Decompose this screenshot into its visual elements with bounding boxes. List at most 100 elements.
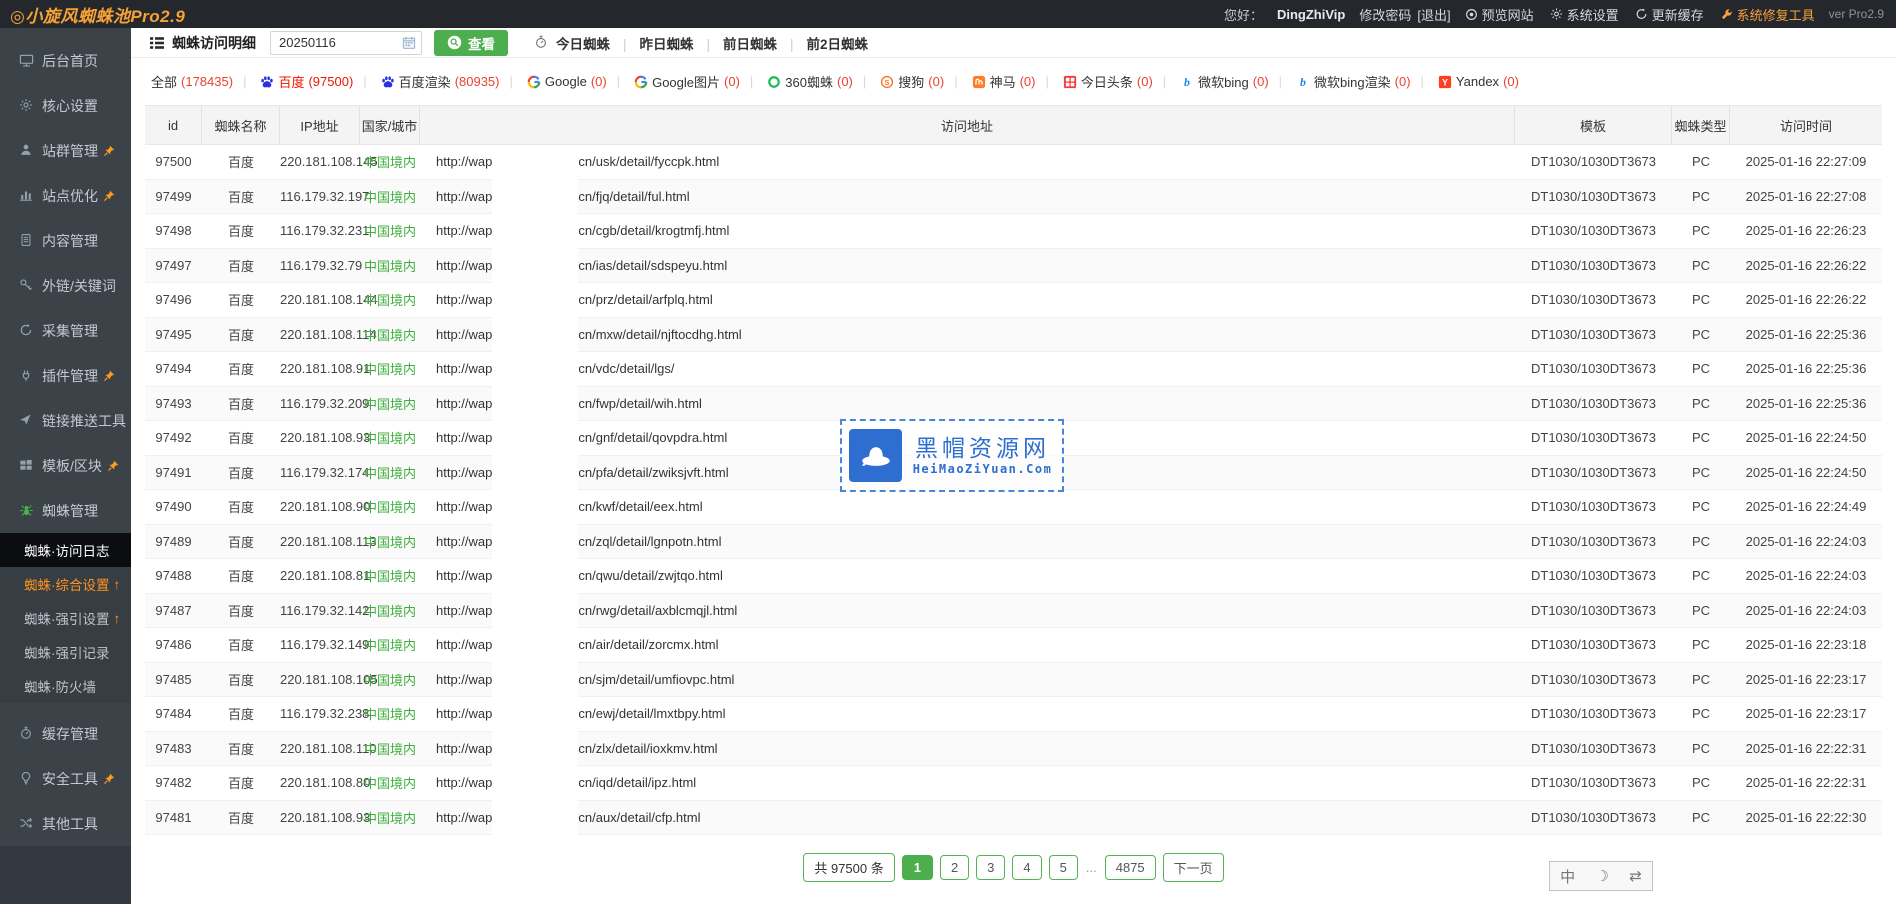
toolbar-tab-2[interactable]: 前日蜘蛛 — [694, 33, 778, 53]
sidebar-item-site-group[interactable]: 站群管理 — [0, 128, 131, 173]
sidebar-subitem-general-settings[interactable]: 蜘蛛·综合设置↑ — [0, 567, 131, 601]
pin-icon — [103, 190, 115, 202]
magnifier-icon — [447, 35, 462, 50]
visit-time: 2025-01-16 22:24:03 — [1730, 568, 1882, 583]
column-header-1: 蜘蛛名称 — [202, 106, 280, 144]
filter-count: (80935) — [455, 74, 500, 89]
filter-bing[interactable]: b微软bing(0) — [1153, 72, 1269, 91]
sidebar-item-links-keywords[interactable]: 外链/关键词 — [0, 263, 131, 308]
row-id: 97495 — [145, 327, 202, 342]
sidebar-item-site-seo[interactable]: 站点优化 — [0, 173, 131, 218]
logout-link[interactable]: [退出] — [1417, 5, 1450, 24]
template-name: DT1030/1030DT3673 — [1515, 672, 1672, 687]
region-label: 中国境内 — [360, 394, 420, 413]
filter-sogou[interactable]: S搜狗(0) — [853, 72, 944, 91]
spider-day-tabs: 今日蜘蛛昨日蜘蛛前日蜘蛛前2日蜘蛛 — [556, 33, 868, 53]
filter-google[interactable]: Google(0) — [500, 74, 607, 89]
ip-address: 220.181.108.114 — [280, 327, 360, 342]
page-button-2[interactable]: 2 — [940, 855, 969, 880]
page-button-1[interactable]: 1 — [902, 855, 933, 880]
row-id: 97492 — [145, 430, 202, 445]
page-button-4875[interactable]: 4875 — [1105, 855, 1156, 880]
sidebar-subitem-firewall[interactable]: 蜘蛛·防火墙 — [0, 669, 131, 703]
spider-type: PC — [1672, 568, 1730, 583]
ip-address: 116.179.32.197 — [280, 189, 360, 204]
gear-icon — [1550, 8, 1563, 21]
url-censor-mask — [492, 766, 578, 802]
template-name: DT1030/1030DT3673 — [1515, 189, 1672, 204]
sidebar-item-link-push-tool[interactable]: 链接推送工具 — [0, 398, 131, 443]
watermark: 黑帽资源网 HeiMaoZiYuan.Com — [840, 419, 1064, 492]
sidebar-subitem-force-records[interactable]: 蜘蛛·强引记录 — [0, 635, 131, 669]
filter-shenma[interactable]: 神马(0) — [944, 72, 1035, 91]
url-prefix: http://wap — [436, 154, 492, 169]
visit-time: 2025-01-16 22:27:09 — [1730, 154, 1882, 169]
baidu-icon — [381, 75, 395, 89]
ime-mode-indicator[interactable]: 中 — [1560, 866, 1575, 887]
table-row: 97482百度220.181.108.80中国境内http://wapcn/iq… — [145, 766, 1882, 801]
ip-address: 220.181.108.80 — [280, 775, 360, 790]
url-tail: cn/ewj/detail/lmxtbpy.html — [578, 706, 725, 721]
template-name: DT1030/1030DT3673 — [1515, 810, 1672, 825]
sidebar-item-security-tools[interactable]: 安全工具 — [0, 756, 131, 801]
page-button-3[interactable]: 3 — [976, 855, 1005, 880]
change-password-link[interactable]: 修改密码 — [1359, 5, 1411, 24]
filter-google-image[interactable]: Google图片(0) — [607, 72, 740, 91]
next-page-button[interactable]: 下一页 — [1163, 853, 1224, 882]
sidebar-subitem-visit-log[interactable]: 蜘蛛·访问日志 — [0, 533, 131, 567]
table-row: 97488百度220.181.108.81中国境内http://wapcn/qw… — [145, 559, 1882, 594]
template-name: DT1030/1030DT3673 — [1515, 154, 1672, 169]
filter-baidu[interactable]: 百度(97500) — [233, 72, 353, 91]
toolbar-tab-1[interactable]: 昨日蜘蛛 — [610, 33, 694, 53]
system-repair-tool-link[interactable]: 系统修复工具 — [1720, 5, 1815, 24]
filter-count: (0) — [1395, 74, 1411, 89]
filter-all[interactable]: 全部(178435) — [151, 72, 233, 91]
view-button[interactable]: 查看 — [434, 30, 508, 56]
url-prefix: http://wap — [436, 603, 492, 618]
spider-name: 百度 — [202, 601, 280, 620]
system-settings-link[interactable]: 系统设置 — [1550, 5, 1619, 24]
visit-url: http://wapcn/zql/detail/lgnpotn.html — [420, 534, 1515, 549]
spider-type: PC — [1672, 189, 1730, 204]
filter-label: 微软bing — [1198, 72, 1249, 91]
filter-yandex[interactable]: YYandex(0) — [1411, 74, 1519, 89]
update-cache-link[interactable]: 更新缓存 — [1635, 5, 1704, 24]
filter-so360[interactable]: 360蜘蛛(0) — [740, 72, 853, 91]
filter-bing-render[interactable]: b微软bing渲染(0) — [1269, 72, 1411, 91]
filter-baidu-render[interactable]: 百度渲染(80935) — [353, 72, 499, 91]
sidebar-item-core-settings[interactable]: 核心设置 — [0, 83, 131, 128]
sidebar-item-other-tools[interactable]: 其他工具 — [0, 801, 131, 846]
username[interactable]: DingZhiVip — [1277, 7, 1345, 22]
table-row: 97490百度220.181.108.90中国境内http://wapcn/kw… — [145, 490, 1882, 525]
date-input[interactable] — [270, 31, 422, 55]
sidebar-subitem-force-settings[interactable]: 蜘蛛·强引设置↑ — [0, 601, 131, 635]
url-prefix: http://wap — [436, 810, 492, 825]
sidebar-item-content[interactable]: 内容管理 — [0, 218, 131, 263]
ime-halfmoon-icon[interactable]: ☽ — [1595, 867, 1608, 885]
toolbar-tab-3[interactable]: 前2日蜘蛛 — [777, 33, 868, 53]
sidebar-item-cache[interactable]: 缓存管理 — [0, 711, 131, 756]
calendar-icon[interactable] — [402, 36, 416, 50]
url-censor-mask — [492, 145, 578, 181]
sidebar-item-spider[interactable]: 蜘蛛管理 — [0, 488, 131, 533]
toolbar: 蜘蛛访问明细 查看 今日蜘蛛昨日蜘蛛前日蜘蛛前2日蜘蛛 — [131, 28, 1896, 58]
bing-icon: b — [1180, 75, 1194, 89]
filter-toutiao[interactable]: 今日头条(0) — [1035, 72, 1152, 91]
ime-switch-icon[interactable]: ⇄ — [1629, 867, 1642, 885]
sidebar-item-template-blocks[interactable]: 模板/区块 — [0, 443, 131, 488]
sidebar-item-collect[interactable]: 采集管理 — [0, 308, 131, 353]
plug-icon — [19, 368, 34, 383]
pin-icon — [103, 370, 115, 382]
visit-url: http://wapcn/mxw/detail/njftocdhg.html — [420, 327, 1515, 342]
sidebar-item-plugins[interactable]: 插件管理 — [0, 353, 131, 398]
visit-url: http://wapcn/cgb/detail/krogtmfj.html — [420, 223, 1515, 238]
sidebar-item-home[interactable]: 后台首页 — [0, 38, 131, 83]
spider-type: PC — [1672, 396, 1730, 411]
toolbar-tab-0[interactable]: 今日蜘蛛 — [556, 33, 610, 53]
preview-site-link[interactable]: 预览网站 — [1465, 5, 1534, 24]
page-button-4[interactable]: 4 — [1012, 855, 1041, 880]
region-label: 中国境内 — [360, 532, 420, 551]
ime-language-bar[interactable]: 中 ☽ ⇄ — [1549, 861, 1653, 891]
visit-time: 2025-01-16 22:25:36 — [1730, 396, 1882, 411]
page-button-5[interactable]: 5 — [1049, 855, 1078, 880]
